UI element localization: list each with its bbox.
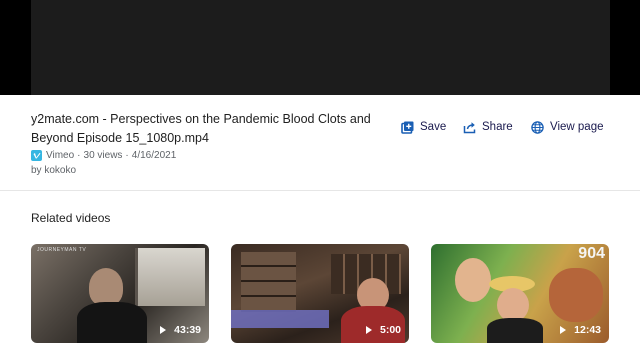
duration-text: 12:43 <box>574 324 601 336</box>
play-icon <box>560 326 567 334</box>
video-duration: 12:43 <box>560 324 601 336</box>
related-video-card[interactable]: JOURNEYMAN TV 43:39 <box>31 244 209 343</box>
globe-icon <box>530 120 544 134</box>
save-button[interactable]: Save <box>400 120 446 134</box>
meta-separator: · <box>77 150 81 161</box>
video-meta: Vimeo · 30 views · 4/16/2021 <box>31 150 176 161</box>
thumbnail-body <box>487 318 543 343</box>
video-author: by kokoko <box>31 165 77 176</box>
duration-text: 43:39 <box>174 324 201 336</box>
thumbnail-character-right <box>549 268 603 322</box>
duration-text: 5:00 <box>379 324 401 336</box>
video-details-panel: y2mate.com - Perspectives on the Pandemi… <box>0 95 640 360</box>
thumbnail-window <box>135 248 205 306</box>
thumbnail-caption-bar <box>231 310 329 328</box>
related-video-card[interactable]: 5:00 <box>231 244 409 343</box>
share-icon <box>462 120 476 134</box>
play-icon <box>365 326 372 334</box>
video-player[interactable] <box>31 0 610 95</box>
play-icon <box>160 326 167 334</box>
video-info: y2mate.com - Perspectives on the Pandemi… <box>0 95 640 191</box>
video-views: 30 views <box>83 150 123 161</box>
add-collection-icon <box>400 120 414 134</box>
share-button[interactable]: Share <box>462 120 513 134</box>
share-label: Share <box>482 121 513 133</box>
video-source[interactable]: Vimeo <box>46 150 74 161</box>
view-page-label: View page <box>550 121 604 133</box>
player-background <box>0 0 640 95</box>
related-videos-heading: Related videos <box>31 211 111 225</box>
thumbnail-person <box>89 268 123 306</box>
thumbnail-person <box>497 288 529 322</box>
video-duration: 43:39 <box>160 324 201 336</box>
video-title: y2mate.com - Perspectives on the Pandemi… <box>31 112 371 145</box>
episode-number: 904 <box>578 245 605 262</box>
view-page-button[interactable]: View page <box>530 120 604 134</box>
channel-watermark: JOURNEYMAN TV <box>37 247 87 253</box>
related-video-card[interactable]: 904 12:43 <box>431 244 609 343</box>
video-duration: 5:00 <box>365 324 401 336</box>
meta-separator: · <box>125 150 129 161</box>
video-date: 4/16/2021 <box>131 150 177 161</box>
save-label: Save <box>420 121 447 133</box>
thumbnail-shelf <box>241 252 296 312</box>
thumbnail-body <box>77 302 147 343</box>
thumbnail-character-left <box>455 258 491 302</box>
vimeo-icon <box>31 150 42 161</box>
